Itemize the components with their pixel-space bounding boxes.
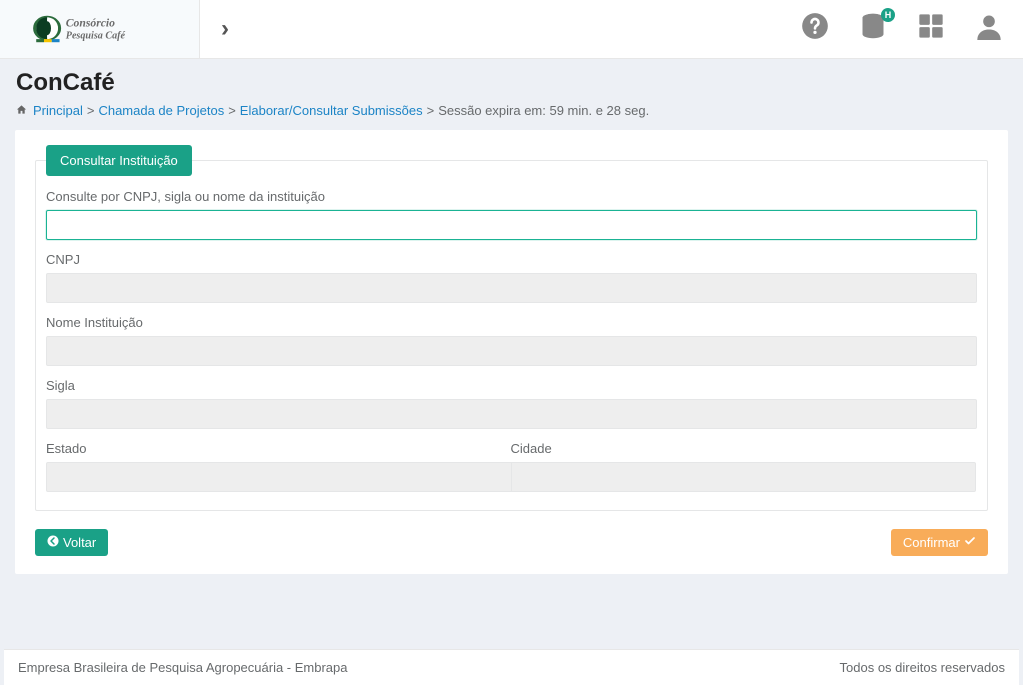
fieldset-legend: Consultar Instituição [46, 145, 192, 176]
user-menu[interactable] [975, 12, 1003, 47]
brand-logo[interactable]: Consórcio Pesquisa Café [0, 0, 200, 58]
footer: Empresa Brasileira de Pesquisa Agropecuá… [4, 649, 1019, 685]
voltar-label: Voltar [63, 535, 96, 550]
voltar-button[interactable]: Voltar [35, 529, 108, 556]
arrow-left-circle-icon [47, 535, 59, 550]
cnpj-label: CNPJ [46, 252, 977, 267]
chevron-right-icon: › [221, 15, 229, 43]
estado-input [46, 462, 512, 492]
nome-label: Nome Instituição [46, 315, 977, 330]
topbar-spacer [250, 0, 801, 58]
database-button[interactable]: H [859, 12, 887, 47]
check-icon [964, 535, 976, 550]
help-button[interactable] [801, 12, 829, 47]
topbar: Consórcio Pesquisa Café › H [0, 0, 1023, 59]
cidade-label: Cidade [511, 441, 977, 456]
user-icon [975, 12, 1003, 40]
breadcrumb: Principal > Chamada de Projetos > Elabor… [16, 103, 1007, 118]
apps-button[interactable] [917, 12, 945, 47]
breadcrumb-chamada[interactable]: Chamada de Projetos [98, 103, 224, 118]
nome-instituicao-input [46, 336, 977, 366]
breadcrumb-sep: > [228, 103, 236, 118]
help-circle-icon [801, 12, 829, 40]
sidebar-toggle[interactable]: › [200, 0, 250, 58]
database-env-badge: H [881, 8, 895, 22]
home-icon [16, 104, 27, 118]
cnpj-input [46, 273, 977, 303]
confirmar-button[interactable]: Confirmar [891, 529, 988, 556]
brand-text-1: Consórcio [65, 17, 114, 30]
footer-rights: Todos os direitos reservados [840, 660, 1005, 675]
breadcrumb-sep: > [87, 103, 95, 118]
breadcrumb-elaborar[interactable]: Elaborar/Consultar Submissões [240, 103, 423, 118]
sigla-label: Sigla [46, 378, 977, 393]
breadcrumb-principal[interactable]: Principal [33, 103, 83, 118]
apps-grid-icon [917, 12, 945, 40]
search-input[interactable] [46, 210, 977, 240]
main-panel: Consultar Instituição Consulte por CNPJ,… [15, 130, 1008, 574]
search-label: Consulte por CNPJ, sigla ou nome da inst… [46, 189, 977, 204]
sigla-input [46, 399, 977, 429]
topbar-actions: H [801, 0, 1023, 58]
brand-text-2: Pesquisa Café [65, 30, 125, 41]
session-expiry: Sessão expira em: 59 min. e 28 seg. [438, 103, 649, 118]
breadcrumb-sep: > [427, 103, 435, 118]
page-header: ConCafé Principal > Chamada de Projetos … [0, 59, 1023, 132]
page-title: ConCafé [16, 69, 1007, 97]
cidade-input [511, 462, 977, 492]
confirmar-label: Confirmar [903, 535, 960, 550]
estado-label: Estado [46, 441, 512, 456]
footer-org: Empresa Brasileira de Pesquisa Agropecuá… [18, 660, 348, 675]
consultar-instituicao-fieldset: Consultar Instituição Consulte por CNPJ,… [35, 160, 988, 511]
